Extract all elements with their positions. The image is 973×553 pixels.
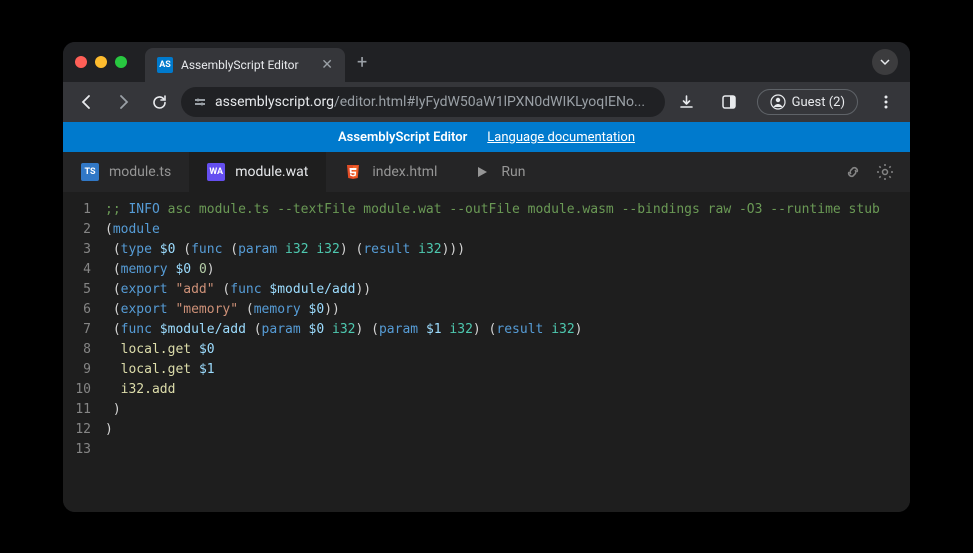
close-tab-button[interactable]: ✕ [321, 57, 333, 73]
code-line[interactable]: (module [105, 220, 910, 240]
back-button[interactable] [73, 88, 101, 116]
tab-module-wat[interactable]: WA module.wat [189, 152, 326, 192]
menu-button[interactable] [872, 88, 900, 116]
tab-label: module.wat [235, 164, 308, 180]
play-icon [473, 163, 491, 181]
code-line[interactable]: (export "add" (func $module/add)) [105, 280, 910, 300]
banner-title: AssemblyScript Editor [338, 130, 467, 145]
tab-label: module.ts [109, 164, 171, 180]
minimize-window-button[interactable] [95, 56, 107, 68]
downloads-button[interactable] [673, 88, 701, 116]
code-line[interactable]: (export "memory" (memory $0)) [105, 300, 910, 320]
address-bar[interactable]: assemblyscript.org/editor.html#IyFydW50a… [181, 87, 665, 117]
window-controls [75, 56, 127, 68]
url-text: assemblyscript.org/editor.html#IyFydW50a… [215, 94, 645, 110]
tab-title: AssemblyScript Editor [181, 58, 313, 72]
editor-actions [844, 163, 910, 181]
settings-button[interactable] [876, 163, 894, 181]
code-line[interactable]: (type $0 (func (param i32 i32) (result i… [105, 240, 910, 260]
tab-overflow-button[interactable] [872, 49, 898, 75]
tab-favicon-icon: AS [157, 57, 173, 73]
code-line[interactable]: ;; INFO asc module.ts --textFile module.… [105, 200, 910, 220]
forward-button[interactable] [109, 88, 137, 116]
browser-toolbar: assemblyscript.org/editor.html#IyFydW50a… [63, 82, 910, 122]
code-content[interactable]: ;; INFO asc module.ts --textFile module.… [105, 200, 910, 512]
line-gutter: 12345678910111213 [63, 200, 105, 512]
code-line[interactable]: local.get $1 [105, 360, 910, 380]
sidepanel-button[interactable] [715, 88, 743, 116]
code-line[interactable]: local.get $0 [105, 340, 910, 360]
tab-index-html[interactable]: index.html [326, 152, 455, 192]
browser-window: AS AssemblyScript Editor ✕ + assemblyscr… [63, 42, 910, 512]
close-window-button[interactable] [75, 56, 87, 68]
person-icon [770, 94, 786, 110]
tab-label: index.html [372, 164, 437, 180]
code-line[interactable]: ) [105, 400, 910, 420]
new-tab-button[interactable]: + [357, 52, 367, 73]
browser-tab-strip: AS AssemblyScript Editor ✕ + [63, 42, 910, 82]
typescript-icon: TS [81, 163, 99, 181]
wasm-icon: WA [207, 163, 225, 181]
reload-button[interactable] [145, 88, 173, 116]
share-button[interactable] [844, 163, 862, 181]
site-settings-icon [193, 95, 207, 109]
app-banner: AssemblyScript Editor Language documenta… [63, 122, 910, 152]
profile-label: Guest (2) [792, 95, 845, 110]
editor-tab-bar: TS module.ts WA module.wat index.html Ru… [63, 152, 910, 192]
code-line[interactable]: ) [105, 420, 910, 440]
code-line[interactable] [105, 440, 910, 460]
tab-run[interactable]: Run [455, 152, 543, 192]
code-line[interactable]: (memory $0 0) [105, 260, 910, 280]
tab-label: Run [501, 164, 525, 180]
docs-link[interactable]: Language documentation [487, 130, 635, 145]
code-line[interactable]: (func $module/add (param $0 i32) (param … [105, 320, 910, 340]
maximize-window-button[interactable] [115, 56, 127, 68]
browser-tab[interactable]: AS AssemblyScript Editor ✕ [145, 48, 345, 82]
code-editor[interactable]: 12345678910111213 ;; INFO asc module.ts … [63, 192, 910, 512]
tab-module-ts[interactable]: TS module.ts [63, 152, 189, 192]
profile-button[interactable]: Guest (2) [757, 89, 858, 115]
html5-icon [344, 163, 362, 181]
code-line[interactable]: i32.add [105, 380, 910, 400]
